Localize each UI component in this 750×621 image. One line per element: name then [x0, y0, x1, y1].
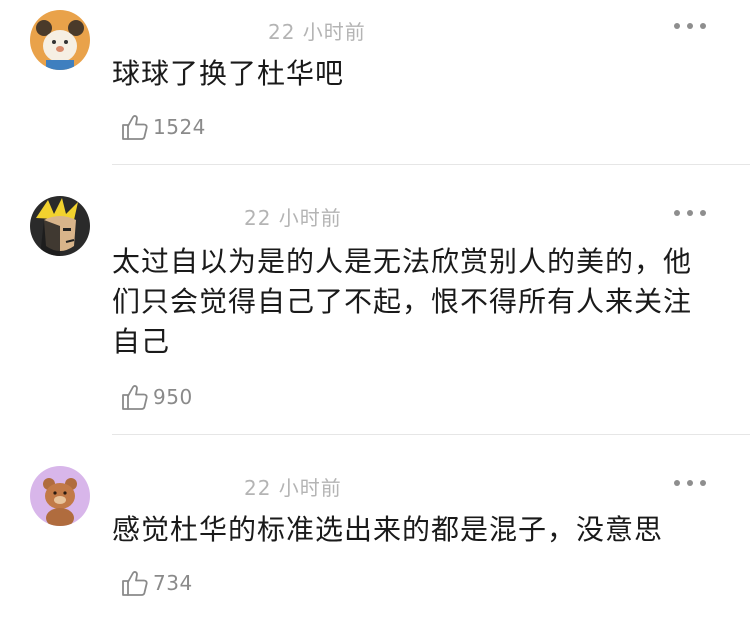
more-options-icon[interactable] [674, 477, 706, 489]
like-count: 734 [153, 571, 193, 595]
more-options-icon[interactable] [674, 207, 706, 219]
comment-timestamp: 22 小时前 [268, 20, 366, 44]
like-button[interactable]: 1524 [120, 110, 206, 144]
cartoon-bear-avatar-icon[interactable] [30, 10, 90, 70]
comment-text: 球球了换了杜华吧 [112, 57, 345, 90]
anime-character-avatar-icon[interactable] [30, 196, 90, 256]
comment-text: 太过自以为是的人是无法欣赏别人的美的，他们只会觉得自己了不起，恨不得所有人来关注… [112, 245, 693, 358]
divider [112, 434, 750, 435]
comment-text: 感觉杜华的标准选出来的都是混子，没意思 [112, 513, 664, 546]
comment-timestamp: 22 小时前 [244, 476, 342, 500]
like-button[interactable]: 950 [120, 380, 193, 414]
thumbs-up-icon [122, 385, 148, 410]
thumbs-up-icon [122, 571, 148, 596]
like-count: 950 [153, 385, 193, 409]
like-button[interactable]: 734 [120, 566, 193, 600]
like-count: 1524 [153, 115, 206, 139]
comment-timestamp: 22 小时前 [244, 206, 342, 230]
thumbs-up-icon [122, 115, 148, 140]
teddy-bear-avatar-icon[interactable] [30, 466, 90, 526]
more-options-icon[interactable] [674, 20, 706, 32]
divider [112, 164, 750, 165]
